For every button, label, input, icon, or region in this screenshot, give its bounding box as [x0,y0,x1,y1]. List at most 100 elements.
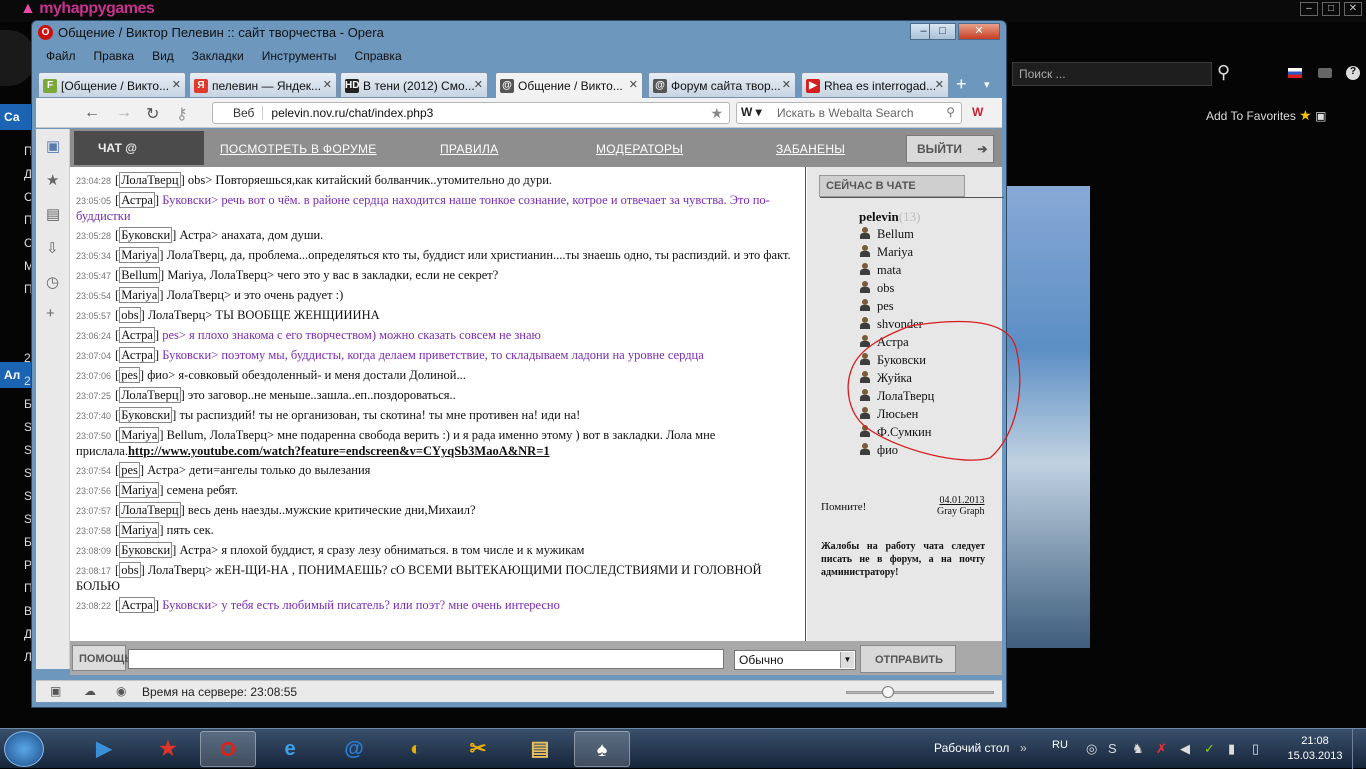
toolbar-chevron-icon[interactable]: » [1020,741,1027,755]
tray-security-icon[interactable]: ✓ [1204,741,1215,757]
mail-icon[interactable]: @ [326,731,382,767]
owner-user[interactable]: pelevin(13) [859,209,920,225]
zoom-slider-track[interactable] [846,691,994,694]
message-nick[interactable]: Буковски [119,407,173,423]
close-tab-icon[interactable]: ✕ [323,78,332,91]
message-nick[interactable]: pes [119,367,140,383]
tab-6[interactable]: ▶ Rhea es interrogad... ✕ [801,72,949,98]
online-user[interactable]: mata [859,261,934,279]
close-tab-icon[interactable]: ✕ [935,78,944,91]
exit-button[interactable]: ВЫЙТИ ➔ [906,135,994,163]
bg-close-button[interactable]: ✕ [1344,2,1362,16]
message-nick[interactable]: Астра [119,347,155,363]
online-user[interactable]: Bellum [859,225,934,243]
russian-flag-icon[interactable] [1288,68,1302,78]
address-field[interactable]: Веб pelevin.nov.ru/chat/index.php3 ★ [212,102,730,124]
new-tab-button[interactable]: + [956,74,967,95]
start-button[interactable] [4,731,44,767]
style-select[interactable]: Обычно ▼ [734,650,856,670]
maximize-button[interactable]: □ [929,23,956,40]
history-icon[interactable]: ◷ [46,273,59,291]
message-input[interactable] [128,649,724,669]
speed-dial-icon[interactable]: ▣ [46,137,60,155]
tray-volume-icon[interactable]: ◀ [1180,741,1190,757]
message-nick[interactable]: ЛолаТверц [119,172,181,188]
search-icon[interactable]: ⚲ [946,105,955,119]
menu-bookmarks[interactable]: Закладки [192,49,244,69]
message-nick[interactable]: Буковски [119,227,173,243]
turbo-icon[interactable]: ◉ [116,684,126,698]
tab-1[interactable]: F [Общение / Викто... ✕ [38,72,186,98]
close-tab-icon[interactable]: ✕ [474,78,483,91]
menu-file[interactable]: Файл [46,49,76,69]
add-panel-icon[interactable]: + [46,305,55,322]
myhappygames-logo[interactable]: ▲ myhappygames [20,0,155,18]
message-nick[interactable]: pes [119,462,140,478]
message-nick[interactable]: Mariya [119,522,160,538]
help-icon[interactable]: ? [1346,66,1360,80]
webalta-icon[interactable]: W ▾ [741,105,762,119]
media-player-icon[interactable]: ▶ [76,731,132,767]
tab-3[interactable]: HD В тени (2012) Смо... ✕ [340,72,488,98]
notes-icon[interactable]: ▤ [46,205,60,223]
tray-skype-icon[interactable]: S [1108,741,1117,756]
pokerstars-icon[interactable]: ★ [140,731,196,767]
menu-tools[interactable]: Инструменты [262,49,337,69]
desktop-toolbar-label[interactable]: Рабочий стол [934,741,1009,755]
online-user[interactable]: pes [859,297,934,315]
close-tab-icon[interactable]: ✕ [629,78,638,91]
online-user[interactable]: obs [859,279,934,297]
bookmarks-icon[interactable]: ★ [46,171,59,189]
menu-edit[interactable]: Правка [94,49,135,69]
zoom-slider-handle[interactable] [882,686,894,698]
tray-power-icon[interactable]: ▯ [1252,741,1259,757]
close-tab-icon[interactable]: ✕ [782,78,791,91]
nav-moderators[interactable]: МОДЕРАТОРЫ [596,142,683,156]
menu-help[interactable]: Справка [355,49,402,69]
tray-network-warning-icon[interactable]: ✗ [1156,741,1167,757]
downloads-icon[interactable]: ⇩ [46,239,59,257]
language-indicator[interactable]: RU [1052,739,1068,751]
tray-signal-icon[interactable]: ▮ [1228,741,1235,757]
tools-icon[interactable]: ✂ [450,731,506,767]
nav-rules[interactable]: ПРАВИЛА [440,142,498,156]
tab-4-active[interactable]: @ Общение / Викто... ✕ [495,72,643,99]
message-nick[interactable]: Астра [119,192,155,208]
message-log[interactable]: 23:04:28[ЛолаТверц] obs> Повторяешься,ка… [70,167,806,641]
message-nick[interactable]: Mariya [119,427,160,443]
message-nick[interactable]: Bellum [119,267,161,283]
tab-menu-icon[interactable]: ▾ [984,78,990,91]
bg-search-input[interactable]: Поиск ... [1012,62,1212,86]
tab-2[interactable]: Япелевин — Яндек... ✕ [189,72,337,98]
clock[interactable]: 21:08 15.03.2013 [1284,734,1346,764]
webalta-logo-icon[interactable]: W [972,105,983,119]
message-nick[interactable]: obs [119,562,141,578]
opera-taskbar-icon[interactable]: O [200,731,256,767]
cloud-icon[interactable]: ☁ [84,684,96,698]
reload-icon[interactable]: ↻ [146,104,159,124]
message-nick[interactable]: ЛолаТверц [119,387,181,403]
add-favorites-link[interactable]: Add To Favorites ★ ▣ [1206,107,1326,124]
bg-maximize-button[interactable]: □ [1322,2,1340,16]
panel-toggle-icon[interactable]: ▣ [50,684,61,698]
bookmark-star-icon[interactable]: ★ [710,105,723,122]
myhappygames-taskbar-icon[interactable]: ♠ [574,731,630,767]
nav-banned[interactable]: ЗАБАНЕНЫ [776,142,845,156]
message-nick[interactable]: Астра [119,597,155,613]
send-button[interactable]: ОТПРАВИТЬ [860,645,956,673]
window-titlebar[interactable]: O Общение / Виктор Пелевин :: сайт творч… [32,21,1006,45]
search-icon[interactable]: ⚲ [1217,62,1230,83]
close-button[interactable]: ✕ [958,23,1000,40]
message-nick[interactable]: obs [119,307,141,323]
explorer-icon[interactable]: ▤ [512,731,568,767]
message-nick[interactable]: ЛолаТверц [119,502,181,518]
back-icon[interactable]: ← [84,104,100,122]
close-tab-icon[interactable]: ✕ [172,78,181,91]
tray-bunny-icon[interactable]: ♞ [1132,741,1144,757]
key-icon[interactable]: ⚷ [176,104,188,124]
message-nick[interactable]: Астра [119,327,155,343]
nav-view-forum[interactable]: ПОСМОТРЕТЬ В ФОРУМЕ [220,142,377,156]
message-link[interactable]: http://www.youtube.com/watch?feature=end… [128,444,550,458]
ie-icon[interactable]: e [262,731,318,767]
message-nick[interactable]: Mariya [119,247,160,263]
